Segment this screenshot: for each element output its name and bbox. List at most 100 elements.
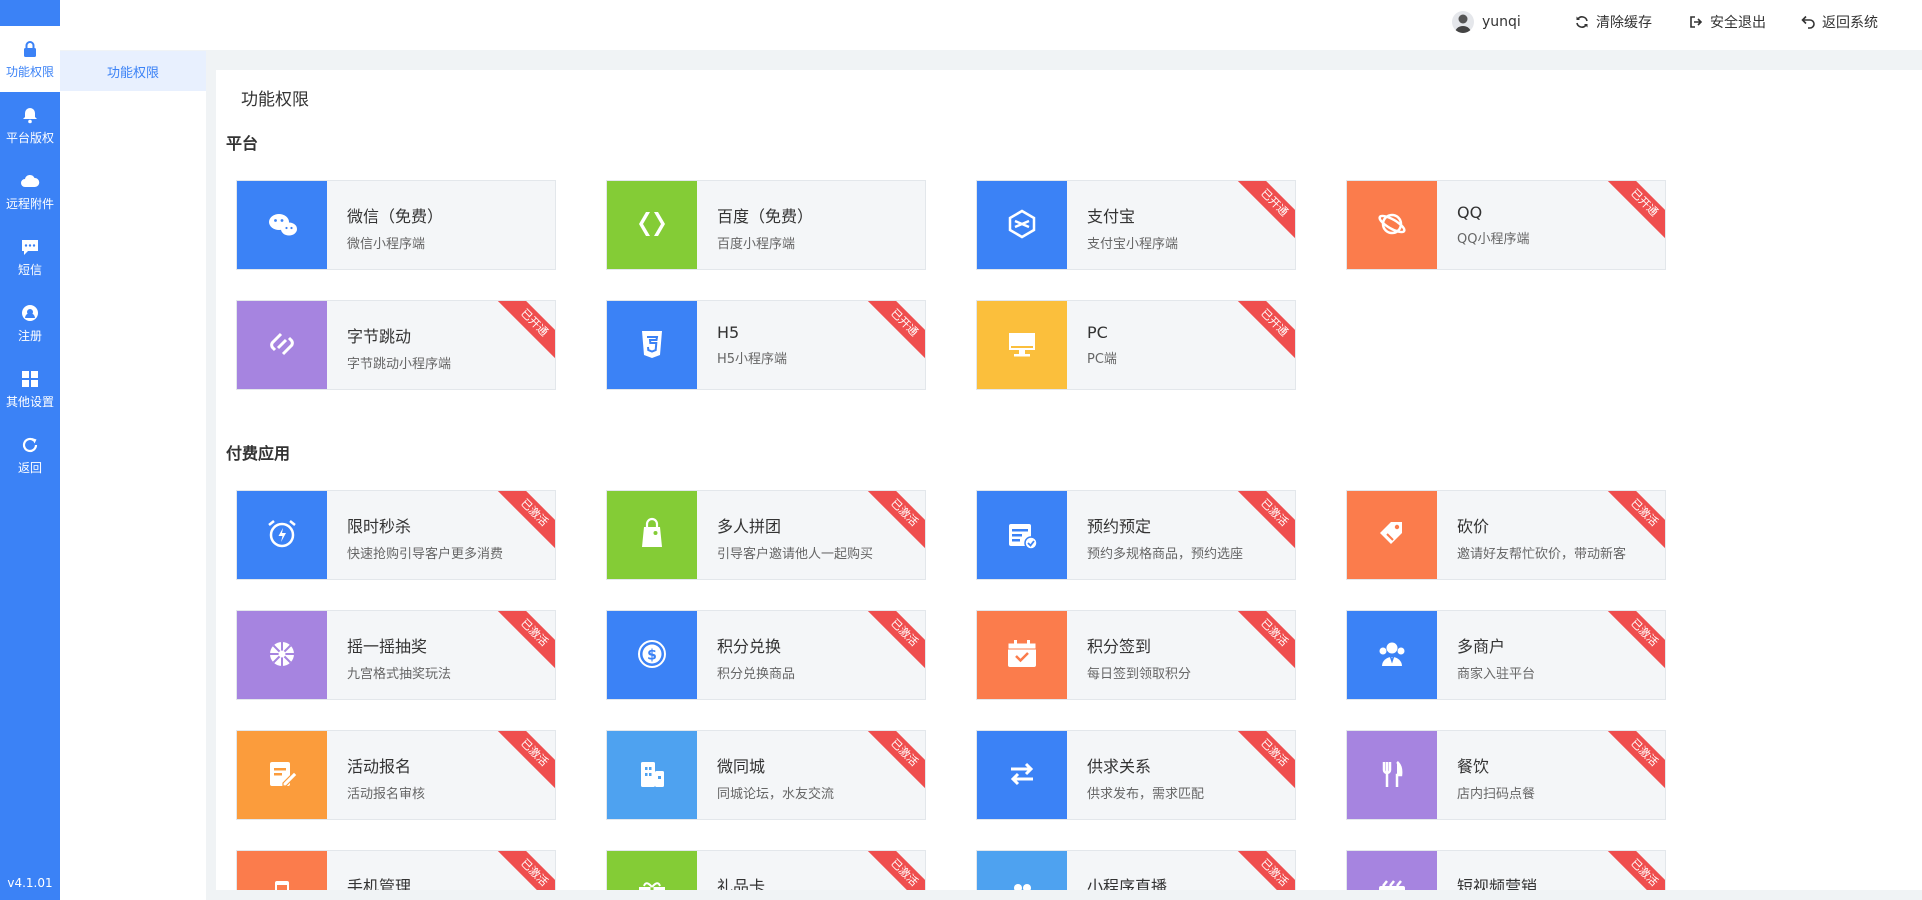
- card-texts: 短视频营销: [1457, 873, 1655, 890]
- card-icon-box: [977, 731, 1067, 819]
- card-description: 支付宝小程序端: [1087, 237, 1179, 252]
- platform-card[interactable]: 字节跳动 字节跳动小程序端 已开通: [236, 300, 556, 390]
- app-card[interactable]: 餐饮 店内扫码点餐 已激活: [1346, 730, 1666, 820]
- card-icon-box: [237, 301, 327, 389]
- logout-button[interactable]: 安全退出: [1688, 0, 1766, 43]
- card-icon-box: $: [607, 611, 697, 699]
- card-description: 百度小程序端: [717, 237, 796, 252]
- refresh-icon: [20, 435, 40, 455]
- card-texts: 手机管理: [347, 873, 545, 890]
- card-description: 每日签到领取积分: [1087, 667, 1192, 682]
- card-name: 预约预定: [1087, 517, 1152, 536]
- card-icon-box: [237, 731, 327, 819]
- app-card[interactable]: 预约预定 预约多规格商品，预约选座 已激活: [976, 490, 1296, 580]
- svg-text:$: $: [647, 648, 657, 664]
- section-title-platform: 平台: [226, 134, 259, 153]
- left-sidebar: 功能权限 平台版权 远程附件 短信 注册 其他设置 返回 v4.1.01: [0, 0, 60, 900]
- app-card[interactable]: 砍价 邀请好友帮忙砍价，带动新客 已激活: [1346, 490, 1666, 580]
- platform-card[interactable]: QQ QQ小程序端 已开通: [1346, 180, 1666, 270]
- app-card[interactable]: 活动报名 活动报名审核 已激活: [236, 730, 556, 820]
- app-card[interactable]: $ 积分兑换 积分兑换商品 已激活: [606, 610, 926, 700]
- coin-icon: $: [634, 636, 670, 676]
- card-name: 餐饮: [1457, 757, 1490, 776]
- card-name: 积分签到: [1087, 637, 1152, 656]
- card-texts: 限时秒杀 快速抢购引导客户更多消费: [347, 513, 545, 562]
- card-icon-box: [237, 611, 327, 699]
- sidebar-item-other-settings[interactable]: 其他设置: [0, 356, 60, 422]
- sidebar-item-register[interactable]: 注册: [0, 290, 60, 356]
- card-description: 邀请好友帮忙砍价，带动新客: [1457, 547, 1627, 562]
- card-name: H5: [717, 323, 740, 342]
- sidebar-item-remote-attachment[interactable]: 远程附件: [0, 158, 60, 224]
- card-texts: 多人拼团 引导客户邀请他人一起购买: [717, 513, 915, 562]
- app-card[interactable]: 供求关系 供求发布，需求匹配 已激活: [976, 730, 1296, 820]
- card-description: 活动报名审核: [347, 787, 426, 802]
- sidebar-item-label: 其他设置: [5, 394, 54, 409]
- chat-icon: [20, 237, 40, 257]
- sidebar-item-label: 远程附件: [5, 196, 54, 211]
- sidebar-item-platform-copyright[interactable]: 平台版权: [0, 92, 60, 158]
- submenu-item-function-permission[interactable]: 功能权限: [60, 51, 206, 91]
- building-icon: [634, 756, 670, 796]
- exchange-icon: [1004, 756, 1040, 796]
- card-texts: QQ QQ小程序端: [1457, 203, 1655, 247]
- card-icon-box: [977, 181, 1067, 269]
- live-icon: [1004, 876, 1040, 890]
- platform-card[interactable]: 微信（免费） 微信小程序端: [236, 180, 556, 270]
- main-content: 功能权限 平台 付费应用 微信（免费） 微信小程序端 百度（免费） 百度小程序端 支…: [216, 70, 1922, 890]
- sidebar-item-function-permission[interactable]: 功能权限: [0, 26, 60, 92]
- platform-card[interactable]: 支付宝 支付宝小程序端 已开通: [976, 180, 1296, 270]
- card-name: 礼品卡: [717, 877, 766, 890]
- users-icon: [1374, 636, 1410, 676]
- version-label: v4.1.01: [7, 876, 53, 890]
- app-card[interactable]: 小程序直播 已激活: [976, 850, 1296, 890]
- app-card[interactable]: 多商户 商家入驻平台 已激活: [1346, 610, 1666, 700]
- app-card[interactable]: 多人拼团 引导客户邀请他人一起购买 已激活: [606, 490, 926, 580]
- card-name: 字节跳动: [347, 327, 412, 346]
- card-texts: 积分兑换积分兑换商品: [717, 633, 915, 682]
- card-icon-box: [977, 851, 1067, 890]
- app-card[interactable]: 礼品卡 已激活: [606, 850, 926, 890]
- card-name: 支付宝: [1087, 207, 1136, 226]
- back-system-button[interactable]: 返回系统: [1800, 0, 1878, 43]
- card-texts: 小程序直播: [1087, 873, 1285, 890]
- card-texts: 预约预定预约多规格商品，预约选座: [1087, 513, 1285, 562]
- card-description: 店内扫码点餐: [1457, 787, 1536, 802]
- username: yunqi: [1482, 13, 1521, 30]
- sub-menu: 功能权限: [60, 51, 206, 900]
- grid-icon: [20, 369, 40, 389]
- card-texts: 支付宝支付宝小程序端: [1087, 203, 1285, 252]
- card-icon-box: [1347, 491, 1437, 579]
- card-icon-box: [977, 491, 1067, 579]
- card-texts: H5 H5小程序端: [717, 323, 915, 367]
- undo-icon: [1800, 14, 1816, 30]
- app-card[interactable]: 积分签到 每日签到领取积分 已激活: [976, 610, 1296, 700]
- platform-card[interactable]: H5 H5小程序端 已开通: [606, 300, 926, 390]
- sidebar-item-back[interactable]: 返回: [0, 422, 60, 488]
- card-texts: 砍价 邀请好友帮忙砍价，带动新客: [1457, 513, 1655, 562]
- card-name: 小程序直播: [1087, 877, 1168, 890]
- sidebar-item-label: 平台版权: [5, 130, 54, 145]
- platform-card[interactable]: 百度（免费） 百度小程序端: [606, 180, 926, 270]
- card-description: 预约多规格商品，预约选座: [1087, 547, 1244, 562]
- card-icon-box: [607, 851, 697, 890]
- user-menu[interactable]: yunqi: [1452, 0, 1521, 43]
- wechat-icon: [264, 206, 300, 246]
- sidebar-item-label: 返回: [17, 460, 42, 475]
- price-tag-icon: [1374, 516, 1410, 556]
- card-description: 积分兑换商品: [717, 667, 796, 682]
- card-icon-box: [977, 301, 1067, 389]
- app-card[interactable]: 限时秒杀 快速抢购引导客户更多消费 已激活: [236, 490, 556, 580]
- app-card[interactable]: 摇一摇抽奖 九宫格式抽奖玩法 已激活: [236, 610, 556, 700]
- app-card[interactable]: 微同城 同城论坛，水友交流 已激活: [606, 730, 926, 820]
- clear-cache-button[interactable]: 清除缓存: [1574, 0, 1652, 43]
- lock-icon: [20, 39, 40, 59]
- card-description: 九宫格式抽奖玩法: [347, 667, 452, 682]
- sidebar-item-sms[interactable]: 短信: [0, 224, 60, 290]
- card-name: 积分兑换: [717, 637, 782, 656]
- platform-card[interactable]: PC PC端 已开通: [976, 300, 1296, 390]
- bytedance-icon: [264, 326, 300, 366]
- card-texts: 餐饮 店内扫码点餐: [1457, 753, 1655, 802]
- app-card[interactable]: 手机管理 已激活: [236, 850, 556, 890]
- app-card[interactable]: 短视频营销 已激活: [1346, 850, 1666, 890]
